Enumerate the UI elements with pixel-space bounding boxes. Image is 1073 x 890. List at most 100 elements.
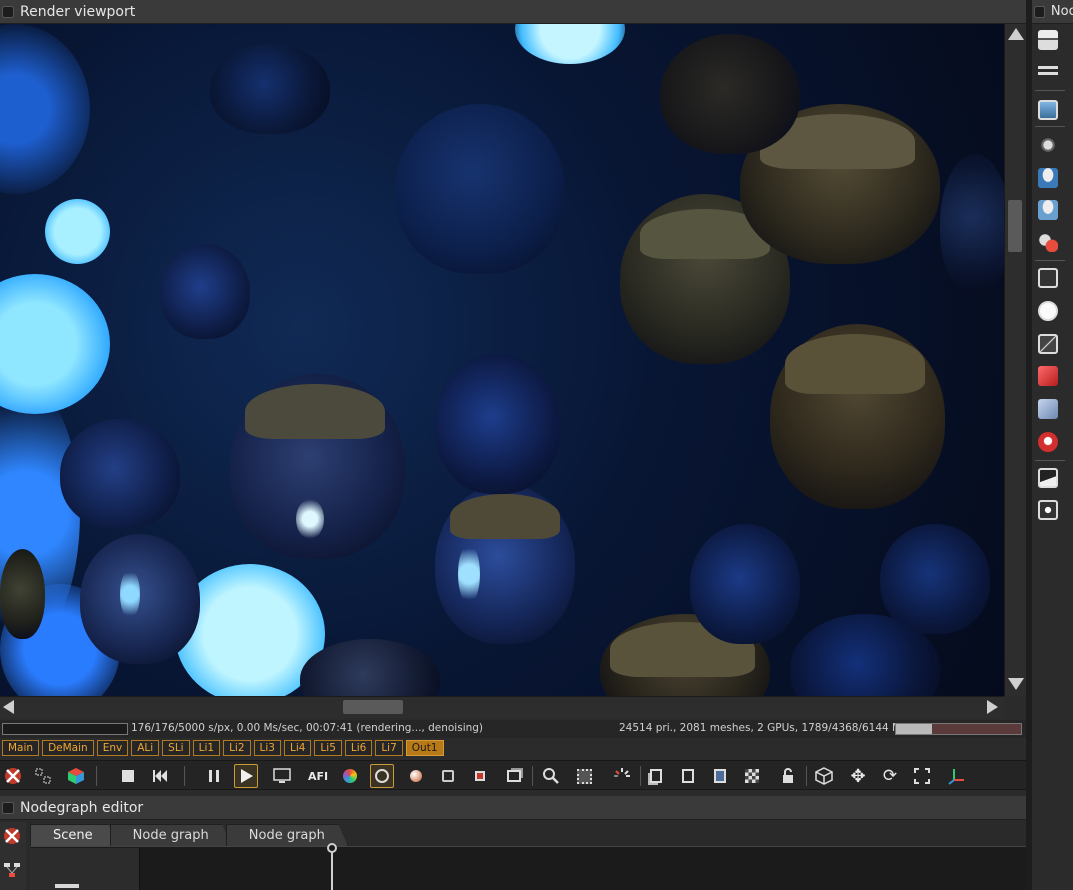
scroll-thumb[interactable] <box>343 700 403 714</box>
stop-icon[interactable] <box>118 766 138 786</box>
axis-icon[interactable] <box>946 766 966 786</box>
clock-icon[interactable] <box>1038 301 1058 321</box>
sidebar-separator <box>1035 90 1065 91</box>
scroll-thumb[interactable] <box>1008 200 1022 252</box>
node-inspector-toolbar <box>1032 24 1073 890</box>
node-output-pin[interactable] <box>327 843 337 853</box>
panel-toggle[interactable] <box>1034 5 1045 18</box>
specular-highlight <box>296 499 324 539</box>
pass-button-out1[interactable]: Out1 <box>405 740 444 756</box>
render-viewport-title: Render viewport <box>20 3 136 20</box>
pass-button-li1[interactable]: Li1 <box>192 740 221 756</box>
pass-button-env[interactable]: Env <box>96 740 129 756</box>
pass-button-li2[interactable]: Li2 <box>223 740 251 756</box>
scroll-left-arrow-icon[interactable] <box>3 700 14 714</box>
pass-button-sli[interactable]: SLi <box>162 740 190 756</box>
fit-icon[interactable] <box>912 766 932 786</box>
pick-object-icon[interactable] <box>438 766 458 786</box>
geometry-icon[interactable] <box>1038 200 1058 220</box>
viewport-horizontal-scrollbar[interactable] <box>0 696 1004 718</box>
render-target-icon[interactable] <box>1038 334 1058 354</box>
region-icon[interactable] <box>33 766 53 786</box>
upload-icon[interactable] <box>710 766 730 786</box>
teapot-lid <box>450 494 560 539</box>
pass-button-li3[interactable]: Li3 <box>253 740 281 756</box>
nodes-panel-header: Noc <box>1032 0 1073 24</box>
nodegraph-canvas[interactable] <box>30 846 1026 890</box>
sidebar-separator <box>1035 460 1065 461</box>
panel-toggle[interactable] <box>2 5 14 18</box>
color-wheel-icon[interactable] <box>340 766 360 786</box>
teapot <box>660 34 800 154</box>
lock-icon[interactable] <box>778 766 798 786</box>
light-icon[interactable] <box>1038 500 1058 520</box>
graph-nodes-icon[interactable] <box>2 860 22 880</box>
pass-button-li7[interactable]: Li7 <box>375 740 403 756</box>
export-icon[interactable] <box>678 766 698 786</box>
hierarchy-icon[interactable] <box>1038 60 1058 80</box>
gpu-memory-bar <box>895 723 1022 735</box>
restart-icon[interactable] <box>150 766 170 786</box>
teapot <box>210 44 330 134</box>
pass-button-li5[interactable]: Li5 <box>314 740 342 756</box>
render-settings-icon[interactable] <box>2 826 22 846</box>
teapot-lid <box>245 384 385 439</box>
scroll-up-arrow-icon[interactable] <box>1008 28 1024 40</box>
afi-text[interactable]: AFI <box>308 766 328 786</box>
pick-material-icon[interactable] <box>406 766 426 786</box>
zoom-icon[interactable] <box>541 766 561 786</box>
render-settings-icon[interactable] <box>3 766 23 786</box>
render-viewport-header: Render viewport <box>0 0 1026 24</box>
material-icon[interactable] <box>1038 232 1058 252</box>
scroll-right-arrow-icon[interactable] <box>987 700 998 714</box>
rotate-icon[interactable]: ⟳ <box>880 766 900 786</box>
node-group-icon[interactable] <box>1038 30 1058 50</box>
focus-icon[interactable] <box>370 764 394 788</box>
pick-region-icon[interactable] <box>470 766 490 786</box>
light-bokeh <box>45 199 110 264</box>
spinner-icon[interactable] <box>612 766 632 786</box>
selected-item[interactable] <box>55 884 79 888</box>
tab-node-graph-1[interactable]: Node graph <box>109 824 232 846</box>
red-cube-icon[interactable] <box>1038 366 1058 386</box>
panel-toggle[interactable] <box>2 801 14 814</box>
pass-button-main[interactable]: Main <box>2 740 40 756</box>
tab-scene[interactable]: Scene <box>30 824 116 846</box>
pass-button-ali[interactable]: ALi <box>131 740 160 756</box>
pass-button-li6[interactable]: Li6 <box>344 740 373 756</box>
environment-icon[interactable] <box>1038 168 1058 188</box>
region-select-icon[interactable] <box>574 766 594 786</box>
teapot-lid <box>785 334 925 394</box>
specular-highlight <box>120 569 140 619</box>
nodegraph-tabs: Scene Node graph Node graph <box>30 824 348 846</box>
cube-view-icon[interactable] <box>814 766 834 786</box>
kernel-icon[interactable] <box>1038 268 1058 288</box>
red-sphere-icon[interactable] <box>1038 432 1058 452</box>
move-icon[interactable]: ✥ <box>848 766 868 787</box>
camera-icon[interactable] <box>1038 135 1058 155</box>
toolbar-separator <box>640 766 641 786</box>
scene-outliner[interactable] <box>30 848 140 890</box>
color-cube-icon[interactable] <box>66 766 86 786</box>
copy-icon[interactable] <box>646 766 666 786</box>
pause-icon[interactable] <box>204 766 224 786</box>
pass-button-li4[interactable]: Li4 <box>283 740 312 756</box>
toolbar-separator <box>184 766 185 786</box>
play-icon[interactable] <box>234 764 258 788</box>
pass-button-demain[interactable]: DeMain <box>42 740 94 756</box>
teapot <box>940 154 1004 294</box>
specular-highlight <box>458 544 480 604</box>
scroll-down-arrow-icon[interactable] <box>1008 678 1024 690</box>
display-icon[interactable] <box>272 766 292 786</box>
blue-cube-icon[interactable] <box>1038 399 1058 419</box>
image-icon[interactable] <box>1038 468 1058 488</box>
checker-icon[interactable] <box>742 766 762 786</box>
viewport-vertical-scrollbar[interactable] <box>1004 24 1026 696</box>
toolbar-separator <box>806 766 807 786</box>
render-image[interactable] <box>0 24 1004 696</box>
sidebar-separator <box>1035 260 1065 261</box>
image-texture-icon[interactable] <box>1038 100 1058 120</box>
layer-icon[interactable] <box>504 766 524 786</box>
light-bokeh <box>515 24 625 64</box>
teapot <box>80 534 200 664</box>
